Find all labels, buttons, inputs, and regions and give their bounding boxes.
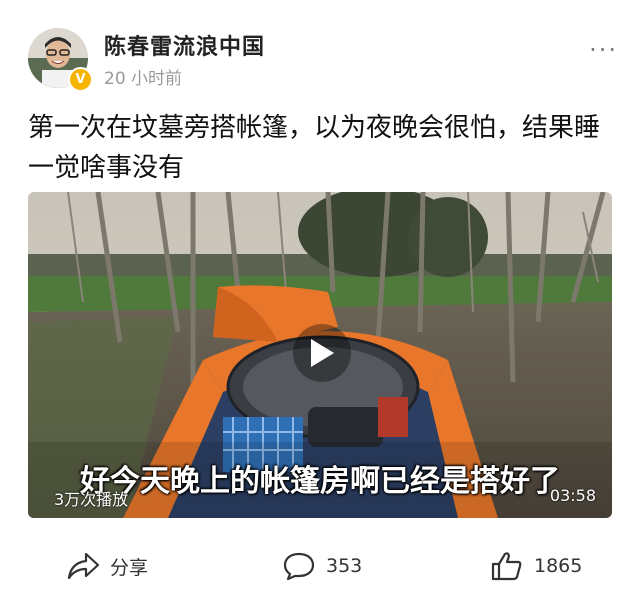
play-button[interactable] bbox=[293, 324, 351, 382]
share-icon bbox=[67, 552, 100, 580]
action-bar: 分享 353 1865 bbox=[0, 546, 640, 586]
share-label: 分享 bbox=[110, 556, 149, 579]
view-count: 3万次播放 bbox=[54, 490, 129, 509]
thumbs-up-icon bbox=[491, 552, 522, 581]
username[interactable]: 陈春雷流浪中国 bbox=[104, 29, 265, 61]
post-text: 第一次在坟墓旁搭帐篷，以为夜晚会很怕，结果睡一觉啥事没有 bbox=[28, 113, 601, 183]
video-player[interactable]: 好今天晚上的帐篷房啊已经是搭好了 3万次播放 03:58 bbox=[28, 192, 612, 518]
comment-icon bbox=[283, 552, 315, 581]
comment-button[interactable]: 353 bbox=[282, 546, 362, 586]
more-icon[interactable]: ··· bbox=[589, 36, 618, 64]
video-duration: 03:58 bbox=[549, 486, 596, 505]
verified-badge-icon: V bbox=[68, 67, 93, 92]
share-button[interactable]: 分享 bbox=[66, 546, 148, 586]
post-timestamp: 20 小时前 bbox=[104, 69, 183, 89]
like-count: 1865 bbox=[534, 555, 583, 577]
play-icon bbox=[311, 339, 334, 367]
like-button[interactable]: 1865 bbox=[490, 546, 582, 586]
comment-count: 353 bbox=[326, 555, 363, 577]
